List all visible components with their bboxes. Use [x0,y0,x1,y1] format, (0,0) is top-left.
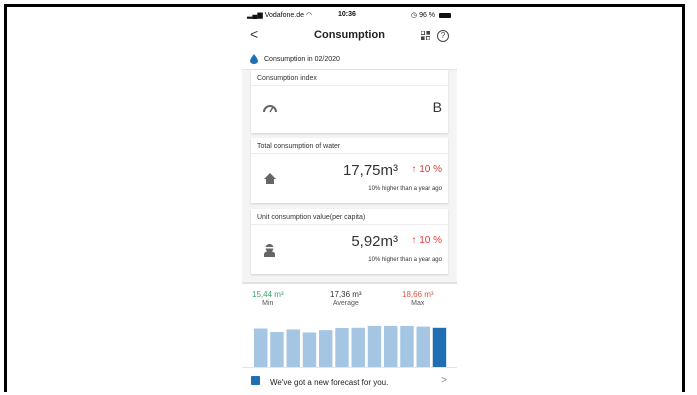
chart-bar[interactable] [384,325,398,370]
forecast-text: We've got a new forecast for you. [270,378,389,387]
consumption-grade: B [432,99,442,115]
forecast-banner[interactable]: We've got a new forecast for you. > [242,367,457,395]
stat-max-label: Max [411,300,425,307]
water-value: 17,75m³ [342,162,398,179]
house-icon [264,173,276,184]
stat-average-label: Average [332,300,359,307]
carrier-label: ▂▄▆ Vodafone.de ◠ [247,12,313,19]
chart-bar[interactable] [270,332,284,370]
stat-min-label: Min [262,300,274,307]
consumption-index-card[interactable]: Consumption index B [251,70,448,133]
chart-bar[interactable] [400,325,414,370]
stat-max: 18,66 m³ Max [402,290,434,307]
stat-average: 17,36 m³ Average [330,290,362,307]
forecast-icon [251,376,260,385]
battery-icon [439,12,451,18]
signal-icon: ▂▄▆ [247,12,263,19]
water-note: 10% higher than a year ago [368,186,442,192]
per-capita-card[interactable]: Unit consumption value(per capita) 5,92m… [251,209,448,274]
chart-bar[interactable] [302,332,317,370]
water-change: ↑ 10 % [411,164,442,175]
alarm-icon: ◷ [411,12,418,19]
period-label: Consumption in 02/2020 [264,56,340,63]
chart-bar[interactable] [286,329,300,370]
card-title: Consumption index [251,70,448,86]
per-capita-change: ↑ 10 % [411,235,442,246]
chart-bar[interactable] [351,327,365,370]
period-selector[interactable]: Consumption in 02/2020 [242,49,457,70]
consumption-statistics: 15,44 m³ Min 17,36 m³ Average 18,66 m³ M… [242,282,457,380]
phone-screen: ▂▄▆ Vodafone.de ◠ 10:36 ◷ 96 % < Consump… [242,7,457,395]
card-title: Total consumption of water [251,138,448,154]
person-icon [264,244,275,257]
stat-min: 15,44 m³ Min [252,290,284,307]
gauge-icon [263,105,277,113]
chart-bar[interactable] [367,325,382,370]
clock: 10:36 [338,11,356,18]
chart-bar[interactable] [254,328,268,371]
stat-max-value: 18,66 m³ [402,290,434,299]
navigation-bar: < Consumption ? [242,23,457,49]
chart-bar[interactable] [416,326,430,370]
battery-status: ◷ 96 % [411,11,451,19]
chart-bar[interactable] [319,330,333,370]
grid-view-icon[interactable] [421,31,430,40]
stat-average-value: 17,36 m³ [330,290,362,299]
chart-bar[interactable] [432,327,447,370]
stat-min-value: 15,44 m³ [252,290,284,299]
status-bar: ▂▄▆ Vodafone.de ◠ 10:36 ◷ 96 % [242,7,457,23]
wifi-icon: ◠ [305,12,313,19]
chevron-right-icon: > [441,375,447,386]
per-capita-note: 10% higher than a year ago [368,257,442,263]
per-capita-value: 5,92m³ [351,233,398,250]
water-consumption-card[interactable]: Total consumption of water 17,75m³ ↑ 10 … [251,138,448,203]
help-icon[interactable]: ? [437,30,449,42]
water-drop-icon [250,54,258,64]
card-title: Unit consumption value(per capita) [251,209,448,225]
